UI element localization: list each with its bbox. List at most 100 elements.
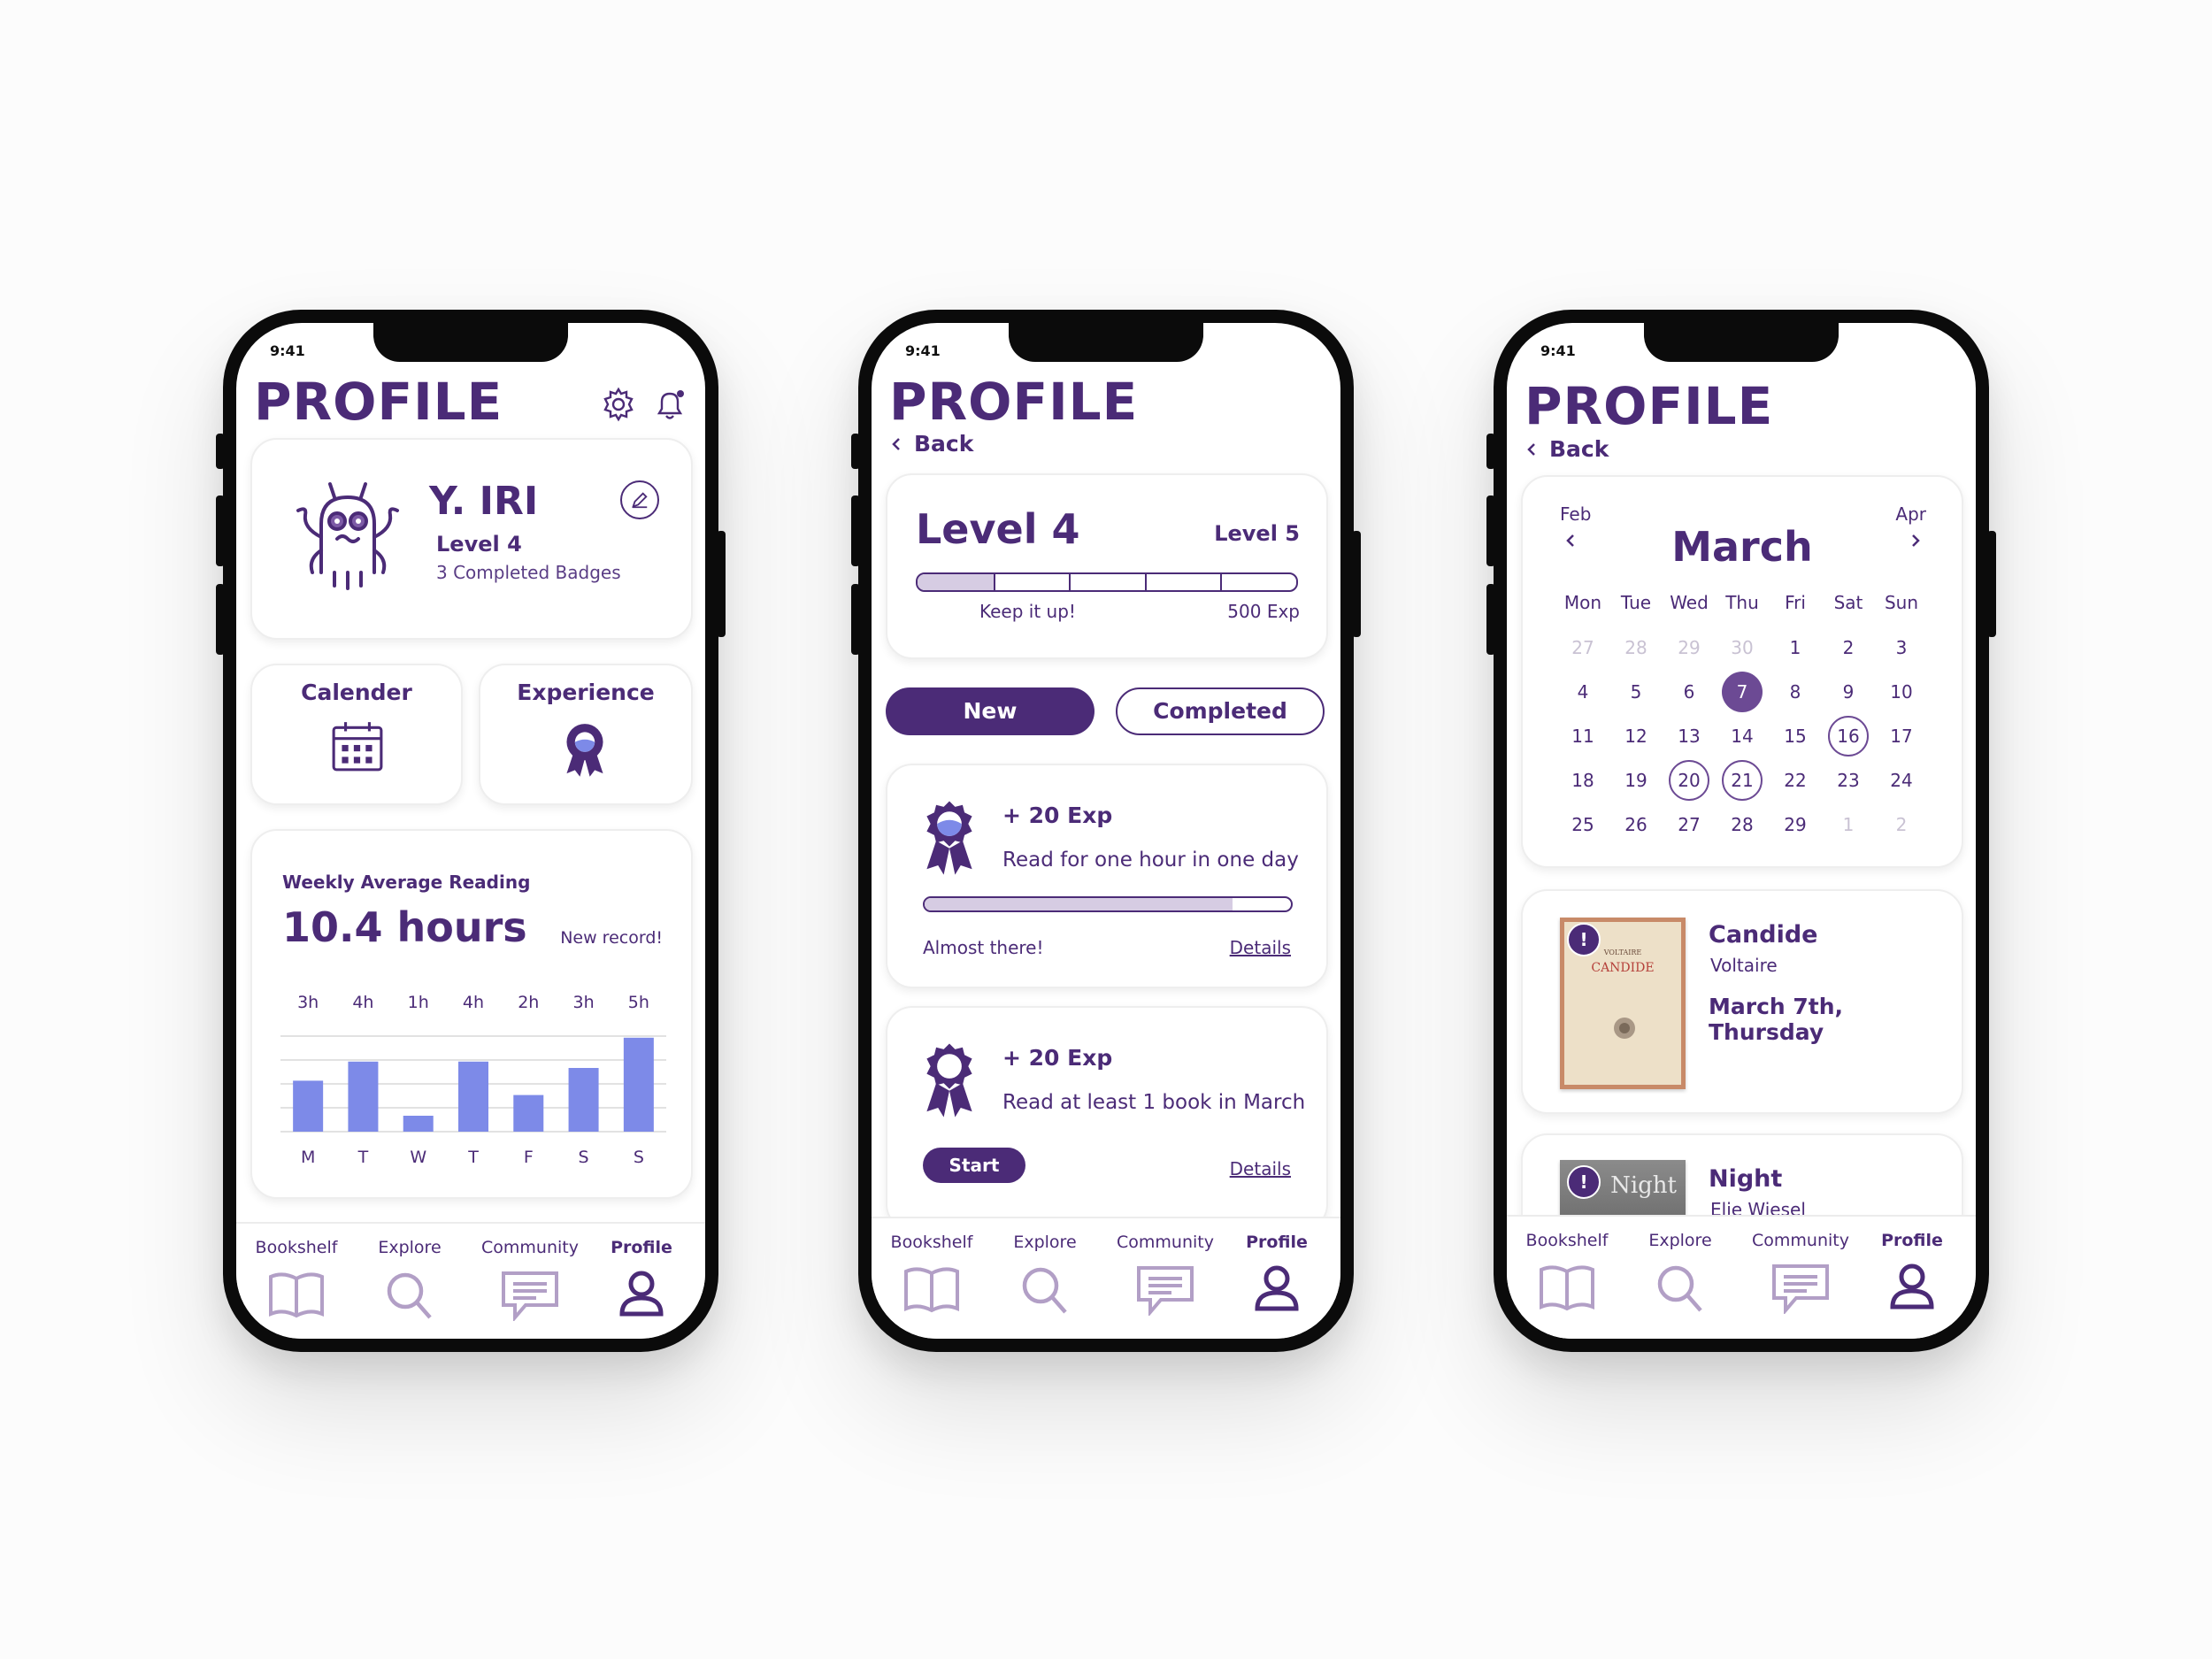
quest-desc: Read at least 1 book in March — [1002, 1091, 1306, 1114]
monster-avatar-icon — [296, 482, 399, 590]
chart-bar — [513, 1094, 544, 1132]
calendar-day[interactable]: 18 — [1558, 760, 1608, 801]
bar-value-label: 2h — [518, 993, 539, 1012]
calendar-day[interactable]: 8 — [1770, 672, 1820, 712]
book-date: March 7th, Thursday — [1709, 994, 1844, 1045]
page-title: PROFILE — [254, 372, 503, 432]
alert-badge: ! — [1567, 1165, 1601, 1199]
quest-card: + 20 Exp Read at least 1 book in March S… — [886, 1006, 1328, 1231]
weekly-reading-chart: 3h M 4h T 1h W 4h T 2h F 3h S 5h S — [280, 993, 666, 1167]
x-tick-label: F — [524, 1148, 534, 1167]
month-title: March — [1671, 523, 1813, 571]
calendar-day[interactable]: 27 — [1664, 804, 1714, 845]
calendar-day[interactable]: 11 — [1558, 716, 1608, 757]
start-button[interactable]: Start — [923, 1148, 1025, 1183]
calendar-day[interactable]: 20 — [1669, 760, 1709, 801]
tab-explore[interactable]: Explore — [357, 1238, 463, 1321]
calendar-day[interactable]: 29 — [1664, 627, 1714, 668]
calendar-day[interactable]: 30 — [1717, 627, 1767, 668]
status-time: 9:41 — [1540, 342, 1576, 359]
calendar-day[interactable]: 26 — [1611, 804, 1661, 845]
calendar-day[interactable]: 3 — [1877, 627, 1926, 668]
calendar-day[interactable]: 29 — [1770, 804, 1820, 845]
bell-icon[interactable] — [652, 387, 687, 422]
calendar-week-row: 25 26 27 28 29 1 2 — [1558, 804, 1926, 845]
tab-bookshelf[interactable]: Bookshelf — [1514, 1231, 1620, 1314]
user-icon — [1255, 1265, 1299, 1311]
tab-label: Explore — [378, 1238, 442, 1257]
calendar-day[interactable]: 15 — [1770, 716, 1820, 757]
calendar-day[interactable]: 17 — [1877, 716, 1926, 757]
tab-community[interactable]: Community — [1747, 1231, 1854, 1314]
calendar-day[interactable]: 4 — [1558, 672, 1608, 712]
tab-completed[interactable]: Completed — [1116, 687, 1325, 735]
back-button[interactable]: Back — [1526, 436, 1609, 462]
page-title: PROFILE — [1525, 376, 1774, 436]
gear-icon[interactable] — [601, 387, 636, 422]
details-link[interactable]: Details — [1230, 937, 1291, 958]
tab-community[interactable]: Community — [1112, 1233, 1218, 1316]
tab-profile[interactable]: Profile — [588, 1238, 695, 1321]
edit-profile-button[interactable] — [620, 480, 659, 519]
details-link[interactable]: Details — [1230, 1158, 1291, 1179]
search-icon — [1022, 1267, 1067, 1314]
calendar-day[interactable]: 25 — [1558, 804, 1608, 845]
calendar-day[interactable]: 2 — [1877, 804, 1926, 845]
x-tick-label: M — [301, 1148, 315, 1167]
calendar-tile[interactable]: Calender — [250, 664, 463, 805]
chat-icon — [1137, 1266, 1194, 1316]
reading-title: Weekly Average Reading — [282, 872, 531, 893]
calendar-week-row: 27 28 29 30 1 2 3 — [1558, 627, 1926, 668]
bar-value-label: 3h — [573, 993, 595, 1012]
phone-experience: 9:41 PROFILE Back Level 4 Level 5 Keep i… — [851, 310, 1361, 1352]
book-author: Voltaire — [1710, 955, 1778, 976]
tab-explore[interactable]: Explore — [992, 1233, 1098, 1316]
quest-status: Almost there! — [923, 937, 1044, 958]
calendar-day[interactable]: 10 — [1877, 672, 1926, 712]
calendar-day[interactable]: 1 — [1824, 804, 1873, 845]
notch — [373, 323, 568, 362]
weekday-label: Sun — [1884, 592, 1919, 613]
tab-community[interactable]: Community — [477, 1238, 583, 1321]
calendar-day[interactable]: 28 — [1611, 627, 1661, 668]
tab-new[interactable]: New — [886, 687, 1094, 735]
book-icon — [269, 1272, 324, 1318]
tab-label: Profile — [1246, 1233, 1308, 1252]
calendar-day[interactable]: 19 — [1611, 760, 1661, 801]
experience-tile-label: Experience — [517, 680, 655, 705]
tab-profile[interactable]: Profile — [1859, 1231, 1965, 1314]
calendar-day[interactable]: 6 — [1664, 672, 1714, 712]
weekday-label: Mon — [1563, 592, 1602, 613]
calendar-day[interactable]: 7 — [1722, 672, 1763, 712]
badge-ribbon-icon — [566, 724, 603, 777]
experience-tile[interactable]: Experience — [479, 664, 693, 805]
calendar-day[interactable]: 22 — [1770, 760, 1820, 801]
calendar-day[interactable]: 2 — [1824, 627, 1873, 668]
tab-profile[interactable]: Profile — [1224, 1233, 1330, 1316]
calendar-day[interactable]: 12 — [1611, 716, 1661, 757]
chevron-right-icon[interactable] — [1910, 534, 1921, 548]
calendar-day[interactable]: 5 — [1611, 672, 1661, 712]
x-tick-label: W — [410, 1148, 426, 1167]
calendar-day[interactable]: 21 — [1722, 760, 1763, 801]
weekday-label: Sat — [1833, 592, 1863, 613]
calendar-day[interactable]: 14 — [1717, 716, 1767, 757]
tab-bookshelf[interactable]: Bookshelf — [243, 1238, 349, 1321]
book-card[interactable]: VOLTAIRE CANDIDE ! Candide Voltaire Marc… — [1521, 889, 1963, 1114]
calendar-day[interactable]: 28 — [1717, 804, 1767, 845]
calendar-day[interactable]: 16 — [1828, 716, 1869, 757]
calendar-day[interactable]: 24 — [1877, 760, 1926, 801]
calendar-day[interactable]: 23 — [1824, 760, 1873, 801]
calendar-day[interactable]: 27 — [1558, 627, 1608, 668]
quest-progress-bar — [923, 896, 1293, 912]
tab-bookshelf[interactable]: Bookshelf — [879, 1233, 985, 1316]
badge-ribbon-icon — [926, 1043, 972, 1118]
bar-value-label: 3h — [297, 993, 319, 1012]
book-title: Night — [1709, 1165, 1783, 1193]
calendar-day[interactable]: 9 — [1824, 672, 1873, 712]
user-name: Y. IRI — [429, 479, 539, 524]
tab-explore[interactable]: Explore — [1627, 1231, 1733, 1314]
calendar-day[interactable]: 1 — [1770, 627, 1820, 668]
calendar-day[interactable]: 13 — [1664, 716, 1714, 757]
back-button[interactable]: Back — [891, 431, 973, 457]
